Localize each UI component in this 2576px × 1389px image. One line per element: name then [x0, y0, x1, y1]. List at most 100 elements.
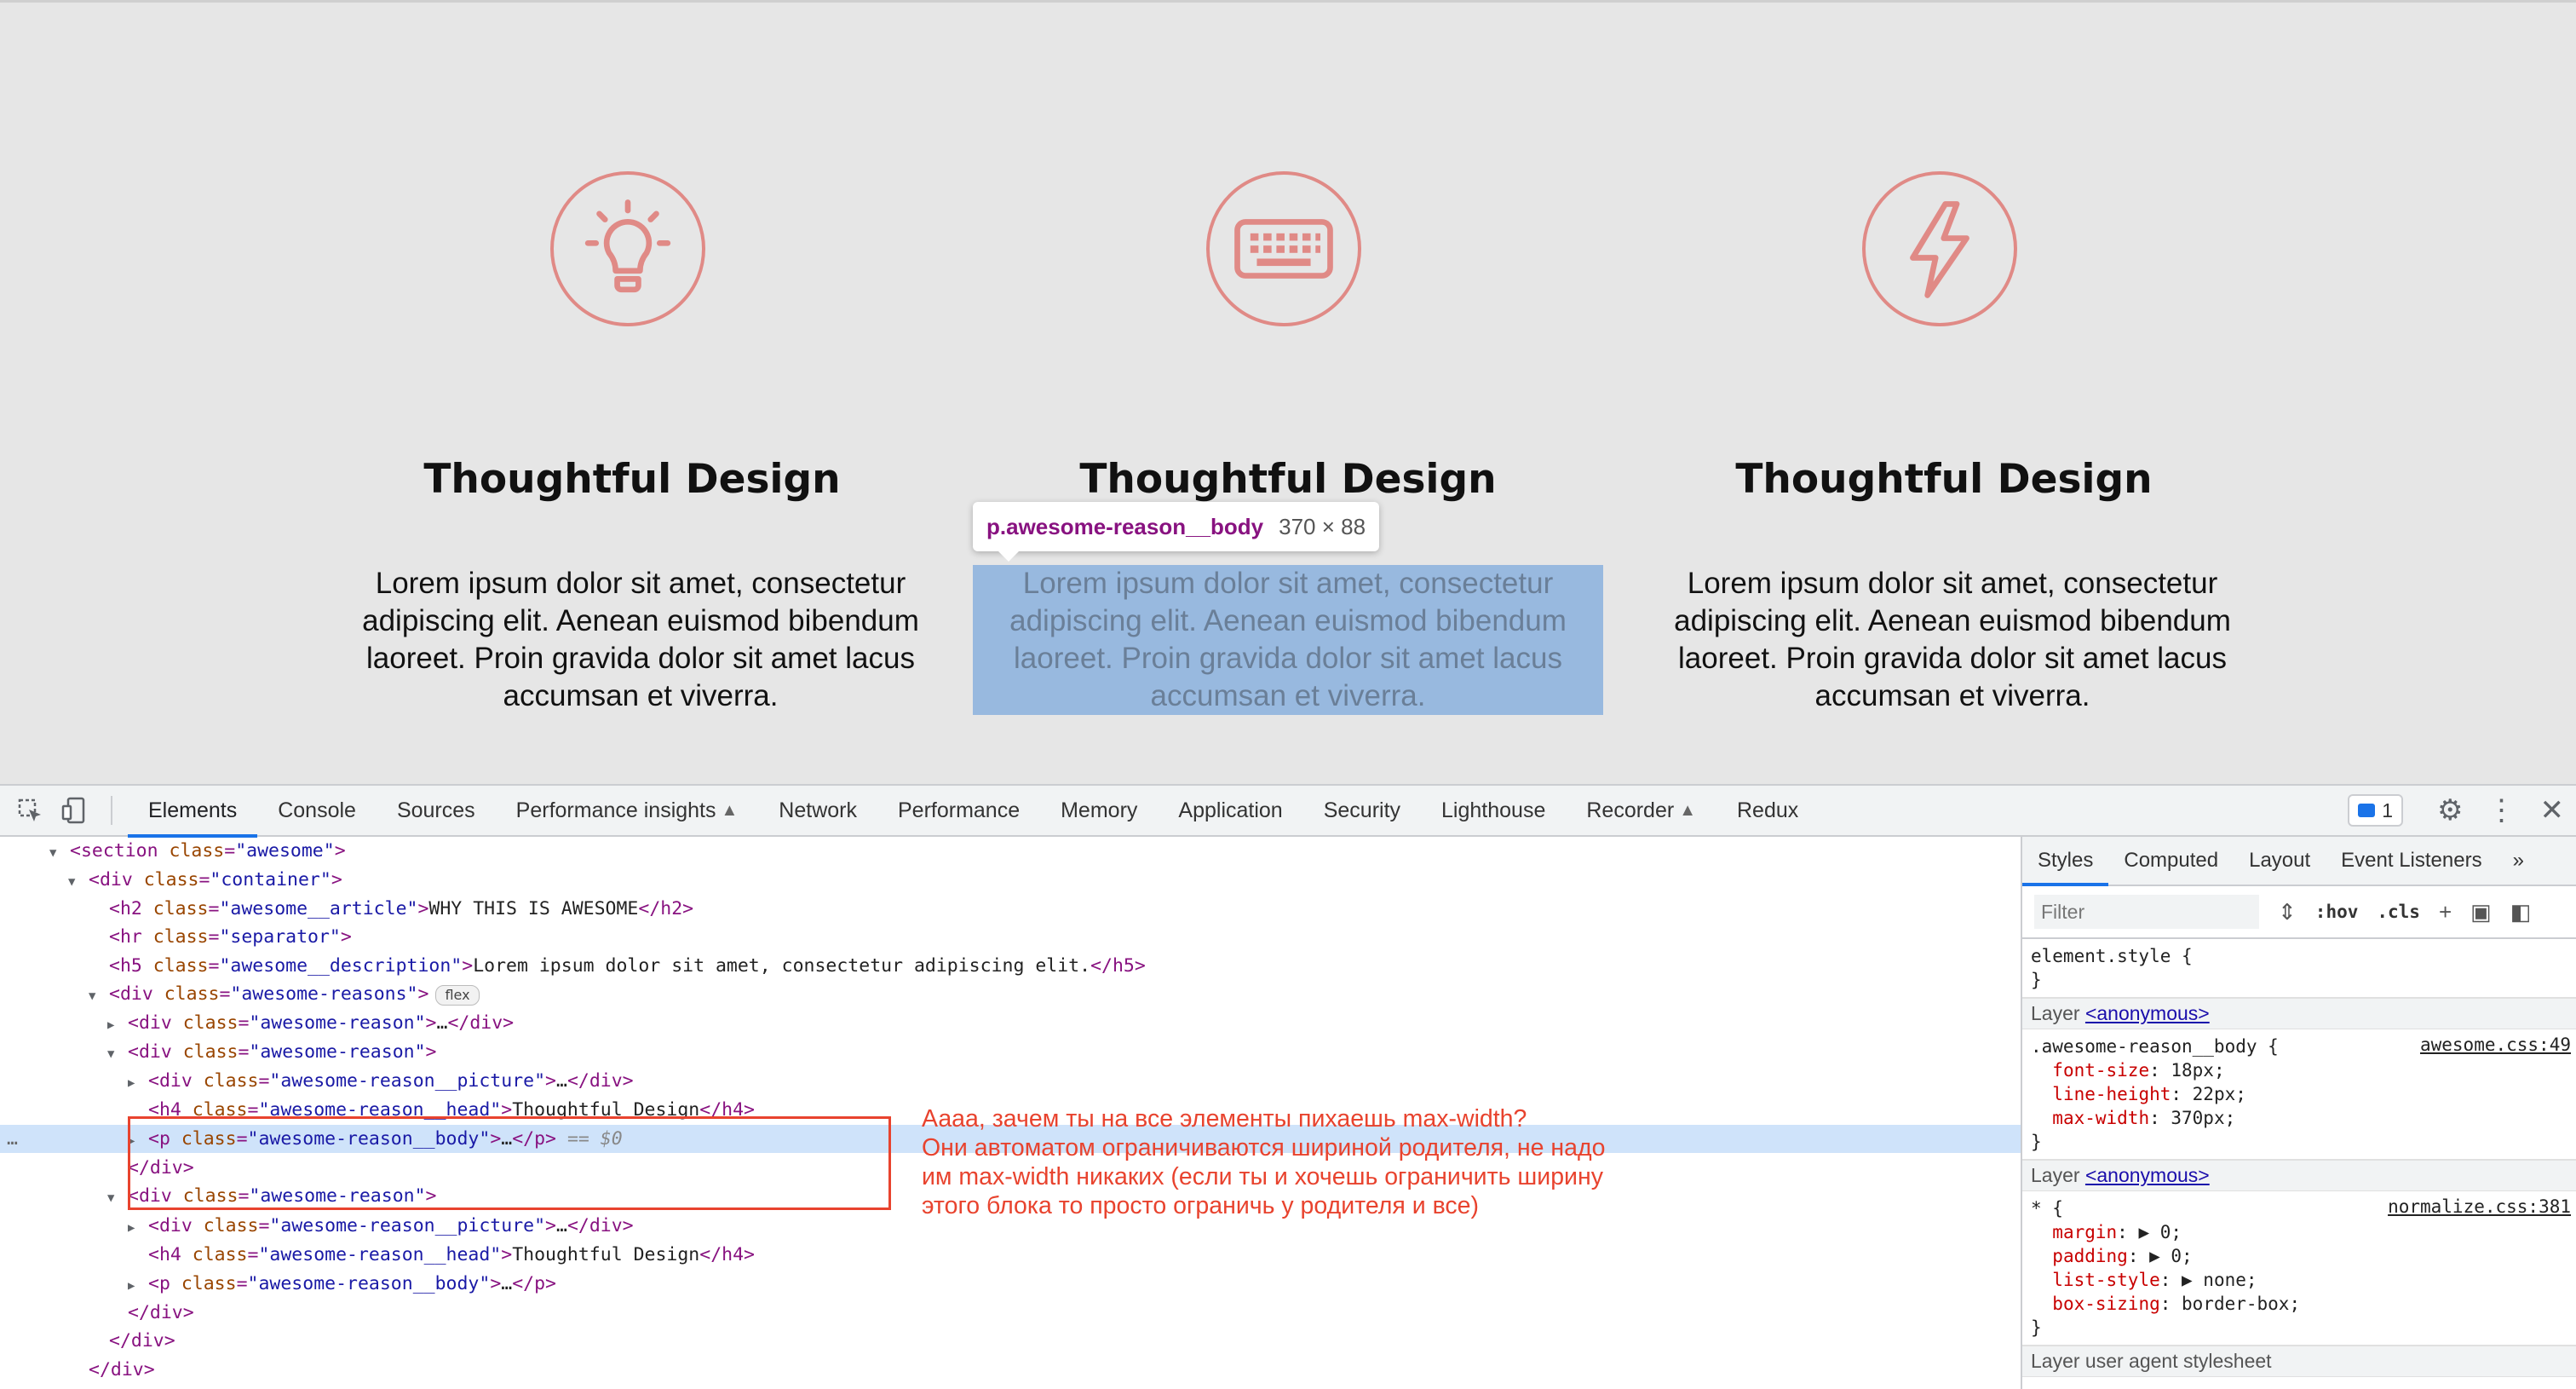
tab-styles[interactable]: Styles	[2022, 837, 2109, 886]
dom-node-content: <h5 class="awesome__description">Lorem i…	[89, 955, 1146, 977]
dom-node-content: <hr class="separator">	[89, 926, 352, 948]
tab-lighthouse[interactable]: Lighthouse	[1421, 785, 1566, 836]
dom-node-line[interactable]: </section>	[49, 1385, 180, 1389]
more-options-icon[interactable]: ⋮	[2487, 793, 2516, 827]
keyboard-icon	[1234, 219, 1333, 279]
css-property: padding	[2052, 1246, 2128, 1266]
dom-node-line[interactable]: ▶ <div class="awesome-reason__picture">…<…	[128, 1212, 634, 1240]
annotation-line: Аааа, зачем ты на все элементы пихаешь m…	[922, 1105, 1527, 1133]
css-declaration[interactable]: font-size: 18px;	[2031, 1058, 2576, 1082]
dom-node-line[interactable]: </div>	[107, 1299, 194, 1327]
dom-node-content: ▶ <div class="awesome-reason__picture">…<…	[128, 1070, 634, 1092]
dom-tag: >	[462, 955, 474, 977]
rule-source-link[interactable]: normalize.css:381	[2388, 1196, 2571, 1217]
annotation-line: Они автоматом ограничиваются шириной род…	[922, 1134, 1606, 1161]
dom-tag: >	[545, 1070, 556, 1092]
css-value: : ▶ 0;	[2127, 1246, 2193, 1266]
tab-recorder[interactable]: Recorder ▲	[1566, 785, 1716, 836]
css-declaration[interactable]: padding: ▶ 0;	[2031, 1244, 2576, 1268]
dom-node-line[interactable]: ▶ <div class="awesome-reason__picture">…<…	[128, 1067, 634, 1095]
dom-tag: <div	[89, 869, 144, 890]
dom-eq: =	[208, 926, 220, 948]
reason-body: Lorem ipsum dolor sit amet, consectetur …	[1674, 567, 2231, 712]
dom-tag: <h2	[109, 898, 153, 919]
css-declaration[interactable]: margin: ▶ 0;	[2031, 1220, 2576, 1244]
dom-node-content: ▼ <section class="awesome">	[49, 840, 346, 862]
tab-elements[interactable]: Elements	[128, 785, 258, 838]
dom-tag: >	[417, 983, 429, 1005]
tab-sources[interactable]: Sources	[377, 785, 496, 836]
tab-event-listeners[interactable]: Event Listeners	[2326, 837, 2497, 885]
dom-tag: <hr	[109, 926, 153, 948]
dom-text: …	[555, 1070, 567, 1092]
dom-attr-name: class	[152, 898, 209, 919]
hov-toggle[interactable]: :hov	[2315, 902, 2359, 922]
css-property: list-style	[2052, 1270, 2160, 1290]
tab-memory[interactable]: Memory	[1040, 785, 1158, 836]
issues-button[interactable]: 1	[2348, 794, 2404, 827]
dom-attr-name: class	[152, 955, 209, 977]
rule-source-link[interactable]: awesome.css:49	[2420, 1035, 2571, 1055]
dom-text: Thoughtful Design	[512, 1244, 700, 1265]
more-tabs-icon[interactable]: »	[2498, 837, 2539, 885]
more-dots-icon: …	[7, 1128, 18, 1150]
dom-node-line[interactable]: </div>	[68, 1356, 155, 1384]
layer-anonymous-link[interactable]: <anonymous>	[2085, 1164, 2210, 1186]
dom-node-line[interactable]: ▶ <div class="awesome-reason">…</div>	[107, 1009, 514, 1037]
dom-node-line[interactable]: ▼ <section class="awesome">	[49, 837, 346, 865]
close-icon[interactable]: ✕	[2540, 793, 2565, 827]
dom-node-line[interactable]: ▼ <div class="container">	[68, 866, 342, 894]
device-toolbar-icon[interactable]	[60, 796, 89, 825]
dom-text: WHY THIS IS AWESOME	[428, 898, 639, 919]
toggle-sidebar-icon[interactable]: ◧	[2510, 899, 2532, 925]
dom-tag: >	[490, 1273, 502, 1294]
new-rule-icon[interactable]: +	[2439, 899, 2452, 925]
settings-gear-icon[interactable]: ⚙	[2437, 793, 2463, 827]
flex-badge[interactable]: flex	[435, 985, 480, 1006]
dom-node-line[interactable]: ▼ <div class="awesome-reasons"> flex	[89, 980, 480, 1008]
tab-performance[interactable]: Performance	[877, 785, 1040, 836]
rule-selector: element.style {	[2031, 946, 2193, 966]
cls-toggle[interactable]: .cls	[2377, 902, 2420, 922]
dom-node-line[interactable]: <h5 class="awesome__description">Lorem i…	[89, 952, 1146, 980]
css-declaration[interactable]: box-sizing: border-box;	[2031, 1292, 2576, 1316]
tab-performance-insights[interactable]: Performance insights ▲	[496, 785, 759, 836]
dom-close-tag: </div>	[566, 1215, 634, 1236]
color-format-icon[interactable]: ⇕	[2278, 899, 2297, 925]
dom-node-line[interactable]: <h4 class="awesome-reason__head">Thought…	[128, 1241, 755, 1269]
css-declaration[interactable]: list-style: ▶ none;	[2031, 1268, 2576, 1292]
dom-node-line[interactable]: ▶ <p class="awesome-reason__body">…</p>	[128, 1270, 556, 1298]
dom-node-line[interactable]: <h2 class="awesome__article">WHY THIS IS…	[89, 895, 693, 923]
expand-triangle-icon: ▶	[128, 1221, 135, 1235]
dom-node-content: ▼ <div class="container">	[68, 869, 342, 890]
tab-application[interactable]: Application	[1158, 785, 1302, 836]
dom-node-content: <h2 class="awesome__article">WHY THIS IS…	[89, 898, 693, 919]
tab-security[interactable]: Security	[1303, 785, 1421, 836]
tab-console[interactable]: Console	[257, 785, 377, 836]
styles-pane: Styles Computed Layout Event Listeners »…	[2021, 837, 2576, 1389]
dom-node-line[interactable]: <hr class="separator">	[89, 923, 352, 951]
dom-tag: >	[340, 926, 352, 948]
dom-attr-value: "awesome-reason__picture"	[269, 1070, 546, 1092]
dom-tag: <div	[128, 1041, 183, 1063]
inspect-element-icon[interactable]	[15, 796, 44, 825]
tab-network[interactable]: Network	[758, 785, 877, 836]
css-declaration[interactable]: line-height: 22px;	[2031, 1082, 2576, 1106]
css-declaration[interactable]: max-width: 370px;	[2031, 1106, 2576, 1130]
tab-computed[interactable]: Computed	[2108, 837, 2234, 885]
dom-tag: <h4	[148, 1244, 193, 1265]
dom-node-line[interactable]: </div>	[89, 1327, 175, 1355]
dom-attr-name: class	[181, 1273, 237, 1294]
reason-picture	[1862, 171, 2017, 326]
styles-filter-input[interactable]: Filter	[2034, 895, 2259, 929]
reason-body-highlighted: Lorem ipsum dolor sit amet, consectetur …	[973, 565, 1603, 715]
layer-text: Layer	[2031, 1164, 2080, 1186]
tab-layout[interactable]: Layout	[2234, 837, 2326, 885]
tab-redux[interactable]: Redux	[1716, 785, 1819, 836]
dom-node-line[interactable]: ▼ <div class="awesome-reason">	[107, 1038, 436, 1066]
dom-node-content: </div>	[107, 1302, 194, 1323]
tab-label: Recorder	[1586, 798, 1675, 822]
paint-icon[interactable]: ▣	[2470, 899, 2492, 925]
layer-anonymous-link[interactable]: <anonymous>	[2085, 1002, 2210, 1024]
tooltip-selector: p.awesome-reason__body	[986, 513, 1264, 539]
